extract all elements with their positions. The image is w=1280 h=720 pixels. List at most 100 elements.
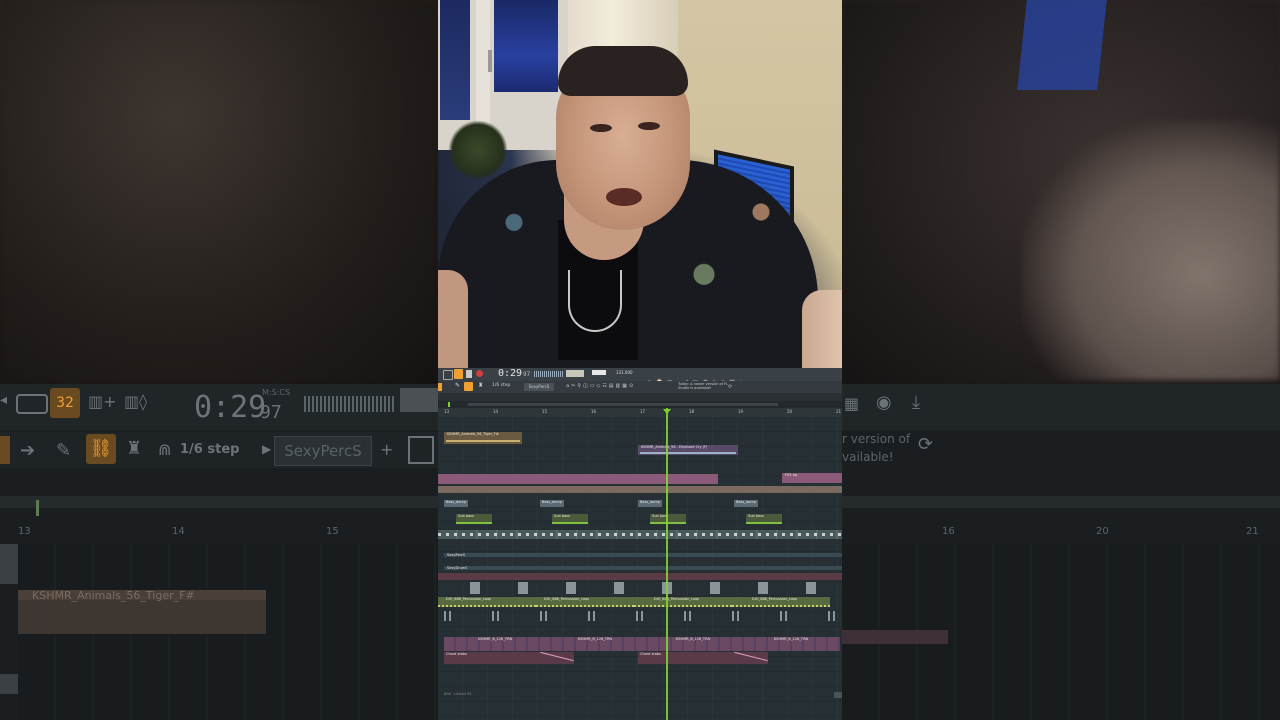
ruler-bar-label: 14 (493, 409, 499, 414)
clip-k3[interactable]: KSHMR_B_126_TRN (676, 637, 712, 643)
bar-15-label: 15 (326, 526, 339, 537)
clip-loop-4[interactable]: DIO_888_Percussion_Loop (732, 597, 830, 607)
pc-icon: ▦ (844, 394, 860, 413)
toolbar-icons: ◷⌚⊞✂♪▣♬◔◎☰◇ (646, 370, 826, 387)
time-unit: M:S:CS (262, 388, 291, 397)
clip-rev-1[interactable]: Chord stabs (444, 651, 574, 664)
ruler-bar-label: 20 (787, 409, 793, 414)
clip-k2[interactable]: KSHMR_B_126_TRN (578, 637, 614, 643)
play-button[interactable] (454, 369, 463, 379)
snap-selector[interactable]: 1/6 step (492, 383, 510, 388)
magnet-icon: ⋒ (158, 440, 172, 459)
clip-hits[interactable] (452, 582, 842, 594)
bar-20-label: 20 (1096, 526, 1109, 537)
playhead[interactable] (666, 408, 668, 720)
pattern-selector-main[interactable]: SexyPercS (524, 383, 554, 391)
playhead-marker[interactable] (663, 409, 671, 414)
master-volume[interactable] (566, 370, 584, 377)
window-pane-left (440, 0, 470, 120)
ruler-bar-label: 15 (542, 409, 548, 414)
master-pitch[interactable] (592, 370, 606, 375)
clip-snare-row[interactable] (438, 573, 842, 580)
clip-tiger[interactable]: KSHMR_Animals_56_Tiger_F# (444, 432, 522, 444)
play-icon: ▶ (262, 442, 272, 456)
clip-sub-4[interactable]: Sub bass (746, 514, 782, 524)
update-icon: ⟳ (918, 434, 934, 455)
draw-tool-icon[interactable]: ✎ (455, 382, 460, 389)
chain-icon[interactable]: ⛓ (86, 434, 116, 464)
record-icon: ◂ (0, 392, 8, 408)
pencil-icon: ✎ (56, 440, 72, 461)
clip-bottom[interactable]: 806 - Unison Rt (444, 692, 504, 697)
person-arm (802, 290, 842, 368)
update-hint: r version of (842, 432, 911, 446)
snap-label[interactable]: 1/6 step (180, 442, 239, 457)
clip-k1[interactable]: KSHMR_B_126_TRN (478, 637, 514, 643)
wait-icon: ▥+ (88, 392, 117, 411)
clip-bass-1[interactable]: Bass_dump (444, 500, 468, 507)
news-icon: ⟳ (728, 384, 733, 390)
right-blurred-background: ▦ ◉ ⤓ r version of vailable! ⟳ 16 20 21 (842, 0, 1280, 720)
left-blurred-background: ◂ 32 ▥+ ▥◊ 0:29 97 M:S:CS ➔ ✎ ⛓ ♜ ⋒ 1/6 … (0, 0, 438, 720)
mixer-icon (408, 436, 434, 464)
clip-riser[interactable] (438, 486, 842, 493)
download-icon: ⤓ (912, 392, 920, 413)
fl-time-ms: 97 (523, 371, 531, 378)
clip-elephant[interactable]: KSHMR_Animals_56 - Elephant Cry (F) (638, 445, 738, 455)
bar-16-label: 16 (942, 526, 955, 537)
clip-k4[interactable]: KSHMR_B_126_TRN (774, 637, 810, 643)
fl-time-display: 0:29 (498, 368, 523, 379)
clip-arrow-hits[interactable] (444, 611, 842, 621)
time-display: 0:29 (194, 390, 267, 425)
scroll-thumb[interactable] (468, 403, 778, 406)
clip-sub-2[interactable]: Sub bass (552, 514, 588, 524)
clip-loop-1[interactable]: DIO_888_Percussion_Loop (438, 597, 536, 607)
stamp-icon: ♜ (126, 438, 143, 459)
clip-sub-1[interactable]: Sub bass (456, 514, 492, 524)
ruler-bar-label: 21 (836, 409, 842, 414)
update-hint-2: vailable! (842, 450, 894, 464)
tempo-display[interactable]: 131.000 (616, 370, 633, 375)
clip-sub-3[interactable]: Sub bass (650, 514, 686, 524)
clip-bass-4[interactable]: Bass_dump (734, 500, 758, 507)
arrow-right-icon: ➔ (20, 440, 36, 461)
chat-icon: ◉ (876, 392, 892, 413)
step-icon (16, 394, 48, 414)
fl-studio-window: 0:29 97 131.000 ◷⌚⊞✂♪▣♬◔◎☰◇ ✎ ♜ 1/6 step… (438, 368, 842, 720)
fl-waveform (534, 371, 564, 377)
clip-fx[interactable]: FX2 hp (782, 473, 842, 483)
add-pattern-icon: + (380, 440, 394, 459)
clip-tiger-blur[interactable]: KSHMR_Animals_56_Tiger_F# (18, 589, 266, 634)
clip-pad-long[interactable] (438, 474, 718, 484)
stop-button[interactable] (466, 370, 472, 378)
person-face (556, 46, 690, 230)
blurred-daw-left: ◂ 32 ▥+ ▥◊ 0:29 97 M:S:CS ➔ ✎ ⛓ ♜ ⋒ 1/6 … (0, 384, 438, 720)
window-pane-right (494, 0, 558, 92)
clip-blur-right[interactable] (842, 630, 948, 644)
pattern-selector[interactable]: SexyPercS (274, 436, 372, 466)
camera-view (438, 0, 842, 368)
ruler-bar-label: 17 (640, 409, 646, 414)
ruler-bar-label: 16 (591, 409, 597, 414)
blurred-arm (1022, 120, 1280, 380)
clip-bass-3[interactable]: Bass_dump (638, 500, 662, 507)
record-button[interactable] (476, 370, 483, 377)
playlist-tool-icons: ⌂✂⚲◫▭◇☷▤▥▦⊙ (566, 383, 636, 389)
clip-perc[interactable]: SexyPercS (444, 553, 842, 557)
clip-loop-3[interactable]: DIO_888_Percussion_Loop (634, 597, 732, 607)
loop-record-icon: ▥◊ (124, 392, 148, 411)
time-ms: 97 (260, 402, 282, 423)
metronome-button[interactable]: 32 (50, 388, 80, 418)
clip-loop-2[interactable]: DIO_888_Percussion_Loop (536, 597, 634, 607)
bar-13-label: 13 (18, 526, 31, 537)
pat-song-icon[interactable] (443, 370, 453, 380)
bar-21-label: 21 (1246, 526, 1259, 537)
ruler-bar-label: 13 (444, 409, 450, 414)
clip-rev-2[interactable]: Chord stabs (638, 651, 768, 664)
bar-14-label: 14 (172, 526, 185, 537)
clip-drums[interactable]: SexyDrumS (444, 566, 842, 570)
link-tool-icon[interactable] (464, 382, 473, 391)
video-frame: 0:29 97 131.000 ◷⌚⊞✂♪▣♬◔◎☰◇ ✎ ♜ 1/6 step… (438, 0, 842, 720)
brush-icon[interactable]: ♜ (478, 382, 483, 389)
clip-bass-2[interactable]: Bass_dump (540, 500, 564, 507)
